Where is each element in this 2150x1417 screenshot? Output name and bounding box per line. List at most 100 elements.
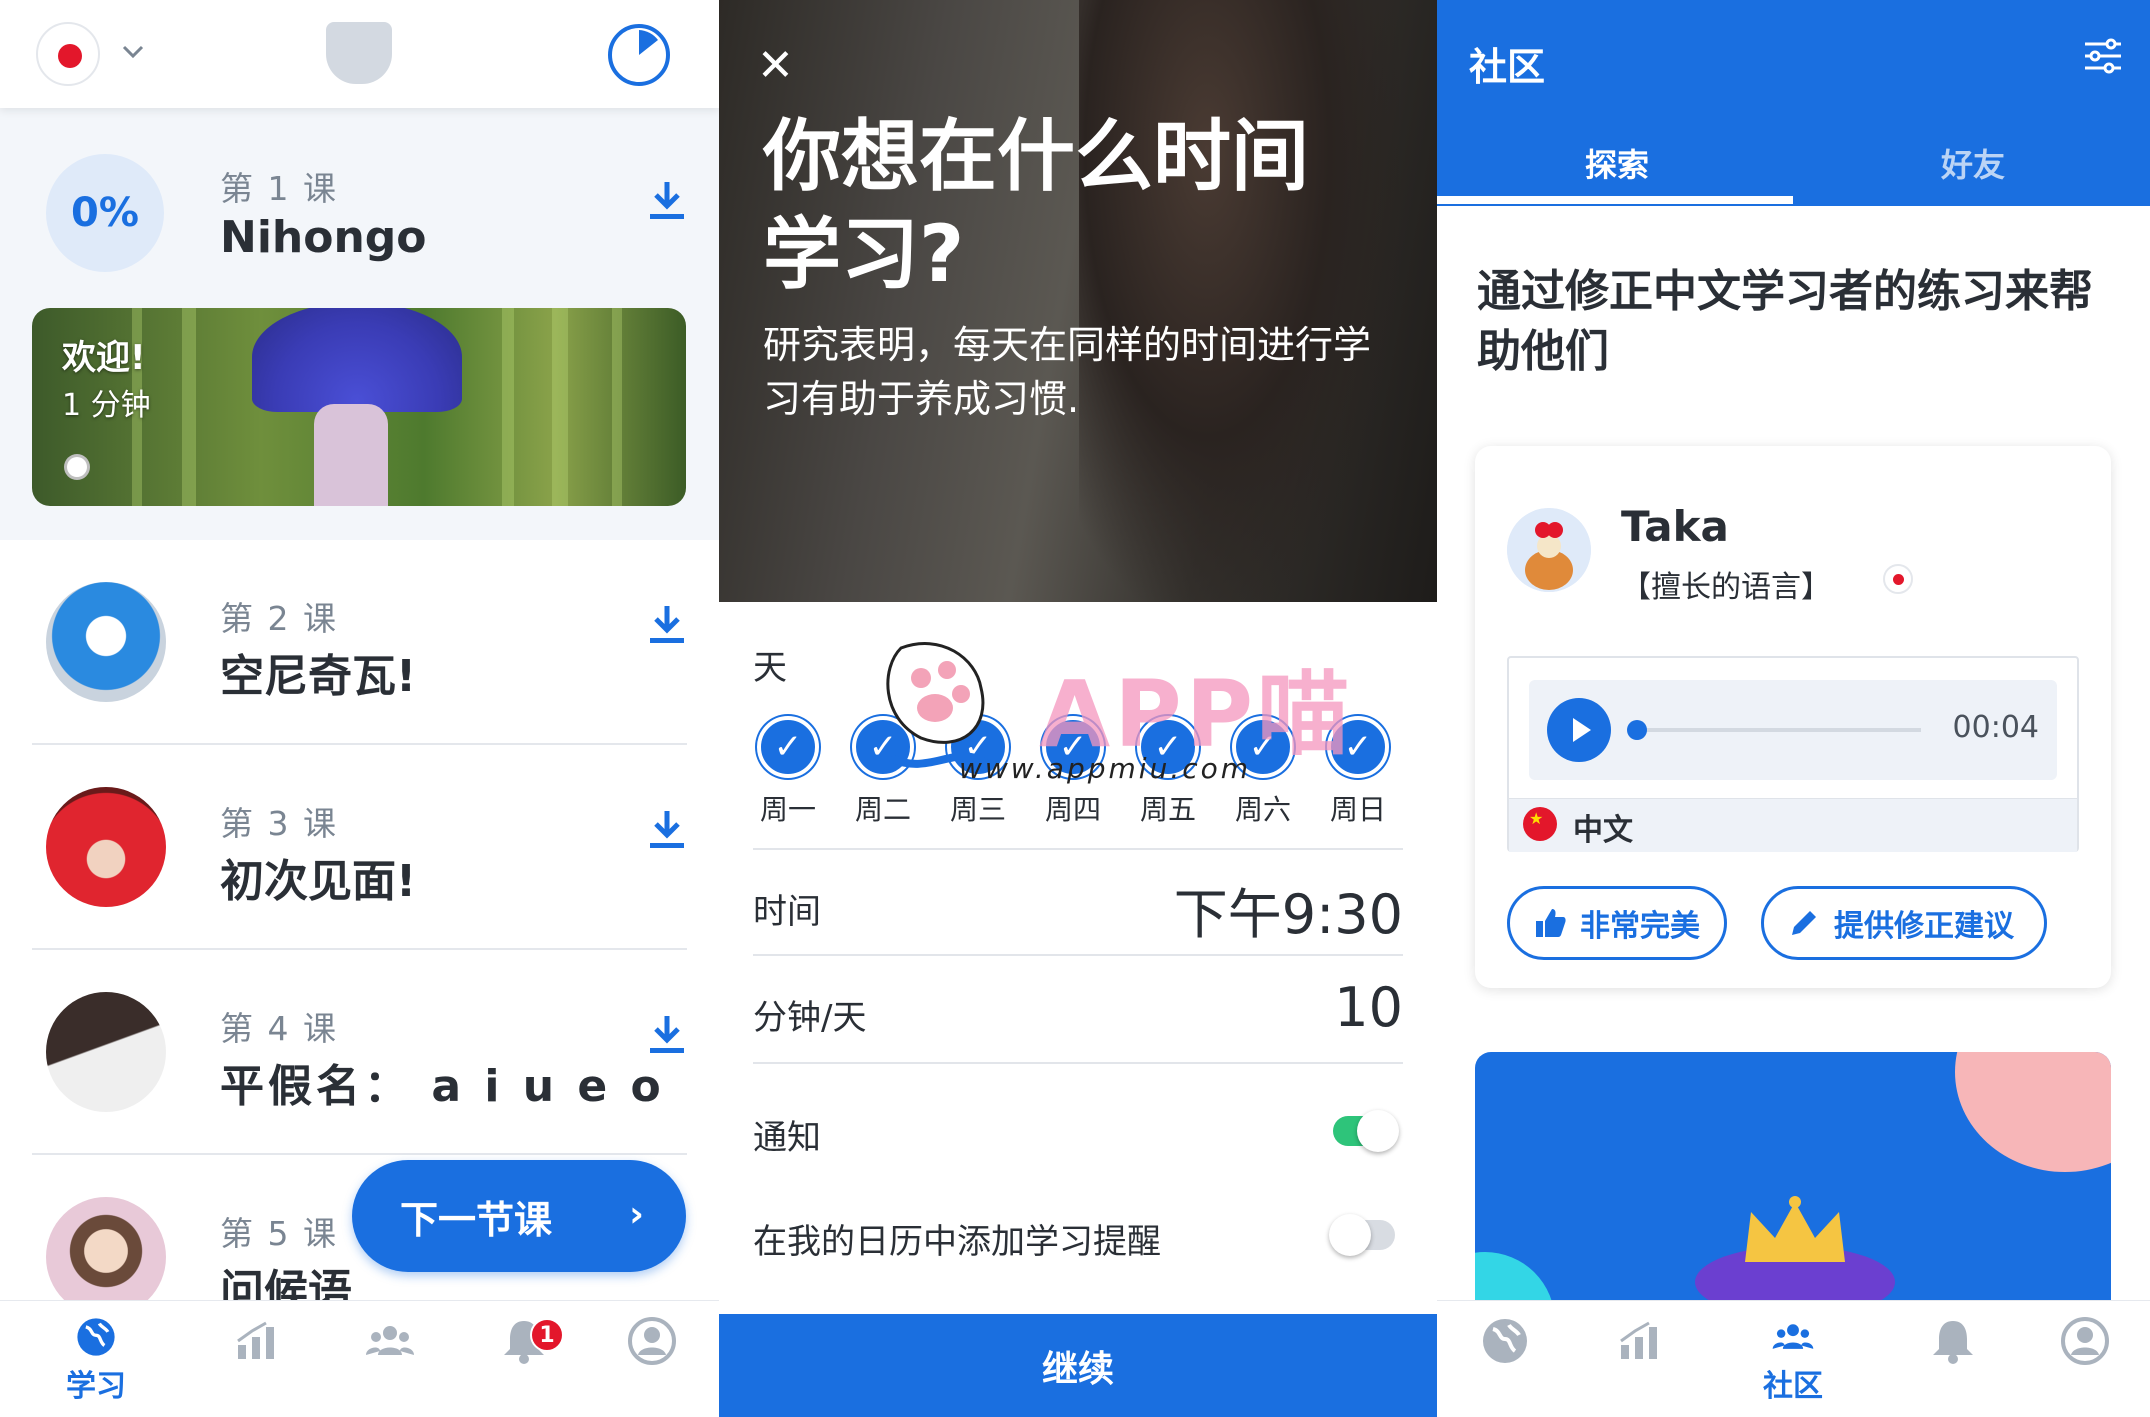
avatar[interactable] (1507, 508, 1591, 592)
lesson-card-current[interactable]: 0% 第 1 课 Nihongo 欢迎! 1 分钟 (0, 108, 719, 540)
time-label: 时间 (753, 892, 821, 932)
tab-progress[interactable] (1599, 1315, 1679, 1405)
day-toggle-mon[interactable]: ✓ 周一 (753, 716, 823, 828)
section-heading: 通过修正中文学习者的练习来帮助他们 (1477, 266, 2093, 377)
chevron-down-icon[interactable] (118, 36, 148, 66)
hero-image: ✕ 你想在什么时间学习? 研究表明，每天在同样的时间进行学习有助于养成习惯. (719, 0, 1437, 602)
tab-community[interactable]: 社区 (1753, 1315, 1833, 1405)
lesson-title: 空尼奇瓦! (220, 651, 417, 702)
divider (753, 848, 1403, 850)
next-lesson-button[interactable]: 下一节课 › (352, 1160, 686, 1272)
page-description: 研究表明，每天在同样的时间进行学习有助于养成习惯. (763, 323, 1372, 421)
play-button[interactable] (1547, 698, 1611, 762)
tab-friends[interactable]: 好友 (1941, 140, 2005, 186)
tab-community[interactable] (350, 1315, 430, 1405)
thumbs-up-icon (1536, 909, 1566, 937)
divider (753, 954, 1403, 956)
audio-scrubber[interactable] (1627, 720, 1647, 740)
progress-circle: 0% (46, 154, 164, 272)
umbrella-image (252, 308, 462, 412)
audio-exercise: 00:04 中文 (1507, 656, 2079, 852)
perfect-label: 非常完美 (1580, 909, 1700, 944)
lesson-number: 第 4 课 (220, 1009, 338, 1048)
filter-icon[interactable] (2081, 34, 2125, 78)
bell-icon (1933, 1321, 1973, 1364)
globe-icon (1483, 1319, 1527, 1363)
check-icon: ✓ (852, 716, 914, 778)
app-header: 社区 探索 好友 (1437, 0, 2150, 206)
decor-blob (1955, 1052, 2111, 1172)
shield-icon[interactable] (326, 22, 392, 84)
tab-progress[interactable] (216, 1315, 296, 1405)
community-screen: 社区 探索 好友 通过修正中文学习者的练习来帮助他们 Taka 【擅长的语言】 … (1437, 0, 2150, 1417)
community-icon (1772, 1324, 1814, 1349)
crown-pillow-icon (1695, 1196, 1895, 1312)
page-title: 社区 (1469, 45, 1546, 89)
download-icon[interactable] (648, 602, 686, 646)
day-label: 周三 (949, 793, 1006, 826)
notify-toggle[interactable] (1333, 1110, 1399, 1152)
next-lesson-label: 下一节课 (400, 1197, 553, 1242)
watermark-url: www.appmiu.com (959, 752, 1252, 785)
divider (753, 1062, 1403, 1064)
minutes-label: 分钟/天 (753, 998, 867, 1038)
calendar-label: 在我的日历中添加学习提醒 (753, 1222, 1161, 1262)
language-name: 中文 (1573, 813, 1633, 848)
tab-label: 学习 (66, 1369, 126, 1404)
audio-duration: 00:04 (1952, 710, 2039, 745)
globe-icon (77, 1318, 115, 1356)
calligraphy-avatar (46, 992, 166, 1112)
download-icon[interactable] (648, 807, 686, 851)
tab-learn[interactable] (1465, 1315, 1545, 1405)
pencil-icon (1792, 911, 1816, 935)
audio-track[interactable] (1631, 728, 1921, 732)
day-label: 周日 (1329, 793, 1386, 826)
suggest-correction-button[interactable]: 提供修正建议 (1761, 886, 2047, 960)
language-selector[interactable] (36, 22, 100, 86)
check-icon: ✓ (757, 716, 819, 778)
lesson-number: 第 5 课 (220, 1214, 338, 1253)
lesson-number: 第 1 课 (220, 169, 338, 208)
study-schedule-screen: ✕ 你想在什么时间学习? 研究表明，每天在同样的时间进行学习有助于养成习惯. 天… (719, 0, 1437, 1417)
timer-icon[interactable] (606, 22, 672, 88)
day-label: 周五 (1139, 793, 1196, 826)
download-icon[interactable] (648, 178, 686, 222)
promo-card[interactable] (1475, 1052, 2111, 1312)
tab-explore[interactable]: 探索 (1585, 140, 1649, 186)
audio-player: 00:04 (1529, 680, 2057, 780)
japan-flag-icon (58, 44, 82, 68)
exercise-card: Taka 【擅长的语言】 00:04 中文 非常完美 提供修正建议 (1475, 446, 2111, 988)
welcome-video-card[interactable]: 欢迎! 1 分钟 (32, 308, 686, 506)
tab-profile[interactable] (612, 1315, 692, 1405)
bottom-tab-bar: 社区 (1437, 1300, 2150, 1417)
top-bar (0, 0, 719, 108)
kimono-figure-image (314, 404, 388, 506)
lesson-title: Nihongo (220, 212, 427, 263)
page-title: 你想在什么时间学习? (763, 112, 1310, 300)
tab-profile[interactable] (2045, 1315, 2125, 1405)
tab-notifications[interactable] (1913, 1315, 1993, 1405)
profile-icon (2061, 1317, 2109, 1365)
list-item[interactable]: 第 2 课 空尼奇瓦! (0, 540, 719, 745)
continue-button[interactable]: 继续 (719, 1314, 1437, 1417)
user-name[interactable]: Taka (1621, 502, 1729, 551)
download-icon[interactable] (648, 1012, 686, 1056)
day-toggle-tue[interactable]: ✓ 周二 (848, 716, 918, 828)
toggle-knob (1329, 1214, 1371, 1256)
calendar-toggle[interactable] (1329, 1214, 1395, 1256)
perfect-button[interactable]: 非常完美 (1507, 886, 1727, 960)
kimono-girl-avatar (46, 1197, 166, 1317)
doraemon-avatar (46, 582, 166, 702)
list-item[interactable]: 第 4 课 平假名： a i u e o (0, 950, 719, 1155)
toggle-knob (1357, 1110, 1399, 1152)
list-item[interactable]: 第 3 课 初次见面! (0, 745, 719, 950)
china-flag-icon (1523, 807, 1557, 841)
stats-icon (237, 1321, 274, 1359)
day-label: 周二 (854, 793, 911, 826)
minutes-value[interactable]: 10 (1334, 976, 1403, 1039)
tab-learn[interactable]: 学习 (56, 1315, 136, 1405)
time-value[interactable]: 下午9:30 (1174, 870, 1403, 949)
close-icon[interactable]: ✕ (757, 44, 797, 88)
lesson-number: 第 3 课 (220, 804, 338, 843)
user-skill-label: 【擅长的语言】 (1621, 570, 1831, 605)
